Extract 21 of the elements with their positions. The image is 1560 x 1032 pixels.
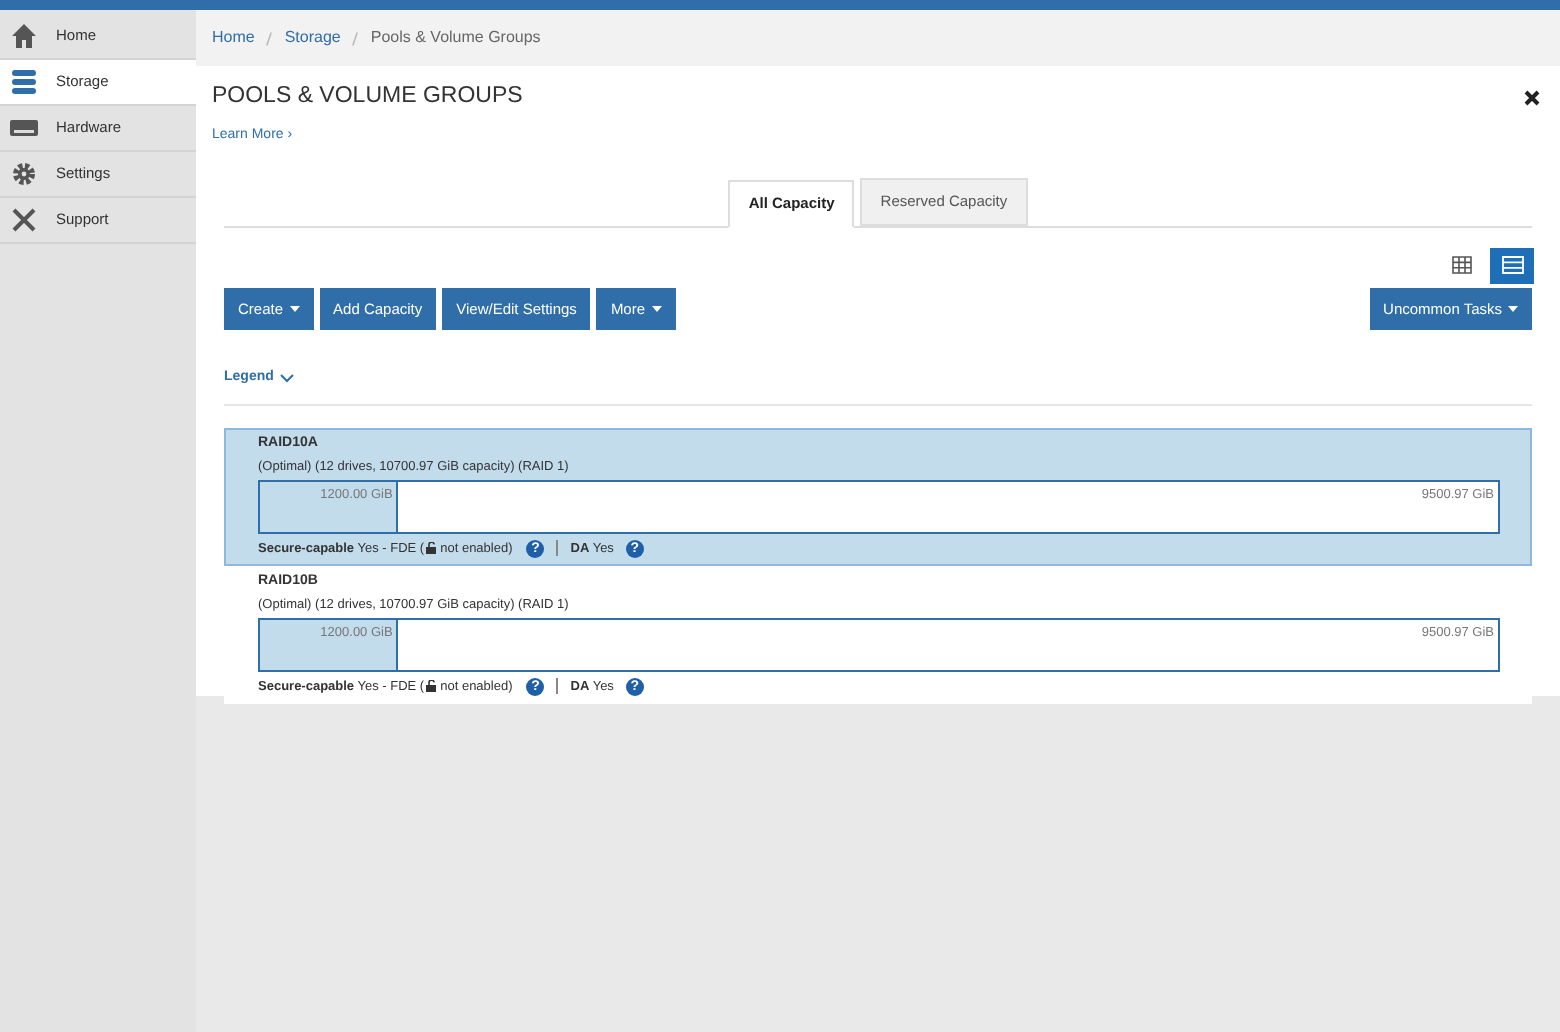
list-view-button[interactable]	[1490, 247, 1534, 284]
chevron-down-icon	[279, 373, 294, 383]
gear-icon	[10, 160, 38, 188]
padlock-icon	[426, 542, 439, 555]
caret-icon	[651, 305, 662, 312]
breadcrumb-link[interactable]: Home	[212, 26, 255, 50]
slash-separator-icon	[266, 31, 273, 45]
list-icon	[1501, 256, 1523, 275]
close-icon[interactable]	[1524, 89, 1540, 106]
database-icon	[10, 68, 38, 96]
caret-icon	[1508, 305, 1518, 312]
tools-icon	[10, 206, 38, 234]
breadcrumb-link[interactable]: Storage	[284, 26, 341, 50]
page-title: POOLS & VOLUME GROUPS	[212, 82, 523, 112]
grid-icon	[1452, 256, 1472, 275]
slash-separator-icon	[352, 31, 359, 45]
caret-icon	[289, 305, 300, 312]
breadcrumb-current: Pools & Volume Groups	[370, 26, 541, 50]
server-icon	[10, 114, 38, 142]
house-icon	[10, 22, 38, 50]
padlock-icon	[426, 680, 439, 693]
